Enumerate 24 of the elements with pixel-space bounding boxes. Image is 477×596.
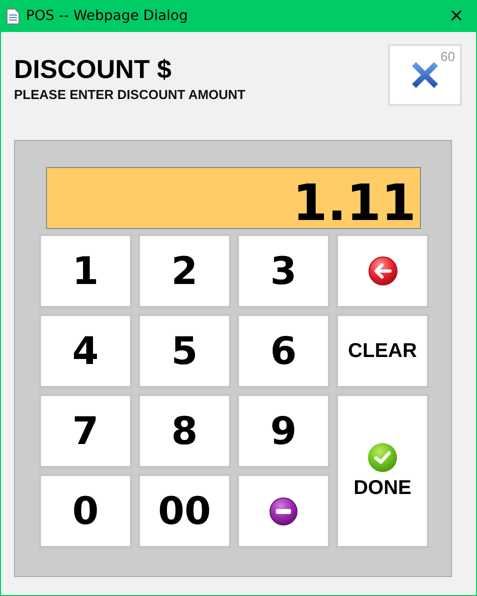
digit-key[interactable]: 9 — [237, 394, 330, 468]
instruction-text: PLEASE ENTER DISCOUNT AMOUNT — [14, 87, 246, 102]
digit-key[interactable]: 6 — [237, 314, 330, 388]
digit-key[interactable]: 00 — [138, 474, 231, 548]
digit-key[interactable]: 3 — [237, 234, 330, 308]
backspace-key[interactable] — [336, 234, 429, 308]
digit-key[interactable]: 2 — [138, 234, 231, 308]
digit-key[interactable]: 1 — [39, 234, 132, 308]
digit-key[interactable]: 8 — [138, 394, 231, 468]
close-icon[interactable]: ✕ — [442, 6, 470, 26]
dialog-title: DISCOUNT $ — [14, 54, 172, 85]
amount-display: 1.11 — [46, 167, 421, 229]
clear-key[interactable]: CLEAR — [336, 314, 429, 388]
done-key[interactable]: DONE — [336, 394, 429, 548]
digit-key[interactable]: 7 — [39, 394, 132, 468]
document-icon — [6, 8, 20, 24]
minus-key[interactable] — [237, 474, 330, 548]
countdown-text: 60 — [440, 49, 455, 64]
check-icon — [367, 442, 398, 473]
digit-key[interactable]: 5 — [138, 314, 231, 388]
window-title: POS -- Webpage Dialog — [26, 8, 189, 24]
minus-icon — [269, 496, 298, 526]
digit-key[interactable]: 4 — [39, 314, 132, 388]
digit-key[interactable]: 0 — [39, 474, 132, 548]
